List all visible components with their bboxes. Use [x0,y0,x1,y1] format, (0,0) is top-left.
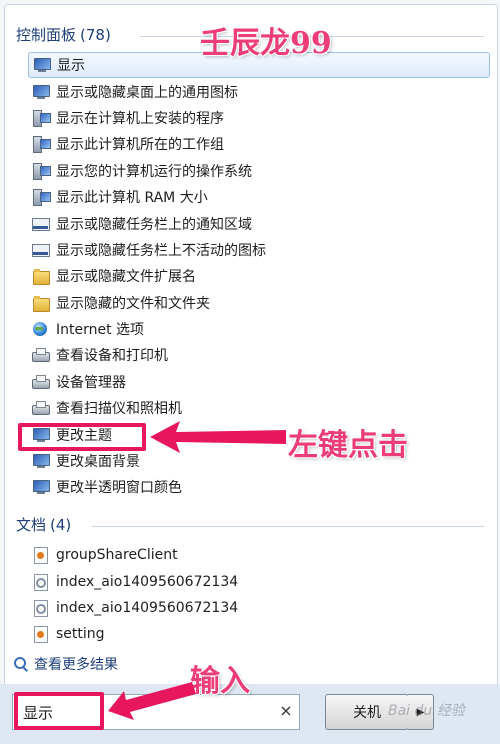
annotation-arrows [108,421,286,720]
arrow-to-search [108,682,196,720]
arrow-to-theme [150,421,286,453]
